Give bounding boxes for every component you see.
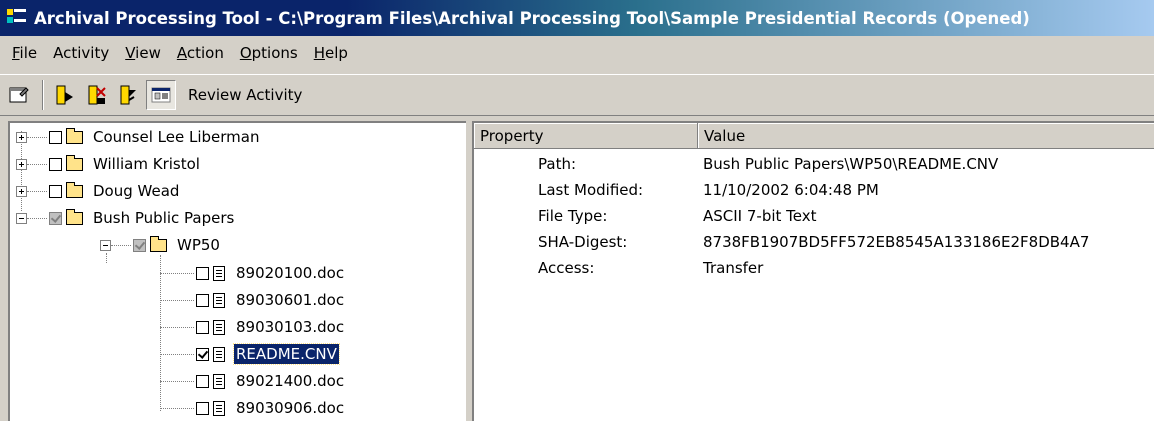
tree-checkbox[interactable] [133,238,146,252]
menu-options[interactable]: Options [232,44,306,62]
properties-button[interactable] [4,80,34,110]
tree-checkbox[interactable] [196,266,209,280]
tree-item-label: 89021400.doc [236,372,345,390]
tree-item-file[interactable]: 89030906.doc [160,396,346,420]
tree-item-label: README.CNV [233,343,340,365]
tree-item-label: 89030103.doc [236,318,345,336]
folder-icon [66,154,83,171]
tree-item-label: 89020100.doc [236,264,345,282]
menu-view[interactable]: View [117,44,169,62]
tree-checkbox[interactable] [196,293,209,307]
activity-view-icon [151,87,171,103]
property-value: 8738FB1907BD5FF572EB8545A133186E2F8DB4A7 [703,232,1090,251]
tree-item-file[interactable]: 89020100.doc [160,261,346,285]
tree-checkbox[interactable] [196,320,209,334]
properties-icon [9,87,29,103]
document-icon [213,346,225,362]
folder-icon [66,208,83,225]
tree-item-label: Doug Wead [93,182,180,200]
tree-checkbox[interactable] [196,401,209,415]
expand-icon[interactable] [16,158,27,170]
tree-item-label: 89030601.doc [236,291,345,309]
tree-item-file[interactable]: 89021400.doc [160,369,346,393]
folder-icon [150,235,167,252]
ingest-icon [56,85,73,105]
tree-item-label: 89030906.doc [236,399,345,417]
title-bar[interactable]: Archival Processing Tool - C:\Program Fi… [0,0,1154,36]
property-name: File Type: [538,206,608,225]
review-icon [120,85,136,105]
tree-item-file[interactable]: 89030103.doc [160,315,346,339]
activity-label: Review Activity [188,86,303,104]
menu-help[interactable]: Help [306,44,356,62]
tree-item-label: William Kristol [93,155,200,173]
property-name: Path: [538,154,577,173]
records-tree[interactable]: Counsel Lee Liberman William Kristol Dou… [8,121,466,421]
folder-icon [66,181,83,198]
tree-item-william-kristol[interactable]: William Kristol [16,152,202,176]
property-value: Bush Public Papers\WP50\README.CNV [703,154,999,173]
tree-item-file-selected[interactable]: README.CNV [160,342,340,366]
tree-item-label: Bush Public Papers [93,209,235,227]
toolbar: Review Activity [0,74,1154,116]
menu-bar: File Activity View Action Options Help [0,36,1154,70]
tree-item-file[interactable]: 89030601.doc [160,288,346,312]
properties-list[interactable]: Property Value Path: Bush Public Papers\… [472,121,1154,421]
app-icon[interactable] [6,7,28,29]
menu-file[interactable]: File [4,44,45,62]
menu-activity[interactable]: Activity [45,44,117,62]
tree-checkbox[interactable] [49,211,62,225]
document-icon [213,373,225,389]
property-value: Transfer [703,258,764,277]
document-icon [213,400,225,416]
tree-item-doug-wead[interactable]: Doug Wead [16,179,181,203]
activity-view-button[interactable] [146,80,176,110]
ingest-button[interactable] [50,80,80,110]
property-name: Last Modified: [538,180,644,199]
toolbar-separator [42,80,44,110]
expand-icon[interactable] [16,131,27,143]
collapse-icon[interactable] [16,212,27,224]
split-button[interactable] [82,80,112,110]
column-header-value[interactable]: Value [698,123,1154,149]
tree-checkbox[interactable] [49,157,62,171]
tree-item-bush-public-papers[interactable]: Bush Public Papers [16,206,236,230]
tree-item-label: Counsel Lee Liberman [93,128,260,146]
collapse-icon[interactable] [100,239,111,251]
tree-item-wp50[interactable]: WP50 [100,233,222,257]
property-name: Access: [538,258,595,277]
property-value: 11/10/2002 6:04:48 PM [703,180,879,199]
review-button[interactable] [114,80,144,110]
window-title: Archival Processing Tool - C:\Program Fi… [34,8,1030,28]
column-header-property[interactable]: Property [474,123,698,149]
document-icon [213,265,225,281]
tree-checkbox[interactable] [196,374,209,388]
menu-action[interactable]: Action [169,44,232,62]
tree-item-label: WP50 [177,236,220,254]
tree-checkbox[interactable] [49,184,62,198]
tree-item-counsel-lee-liberman[interactable]: Counsel Lee Liberman [16,125,261,149]
folder-icon [66,127,83,144]
document-icon [213,319,225,335]
property-name: SHA-Digest: [538,232,628,251]
expand-icon[interactable] [16,185,27,197]
tree-checkbox[interactable] [196,347,209,361]
tree-checkbox[interactable] [49,130,62,144]
document-icon [213,292,225,308]
property-value: ASCII 7-bit Text [703,206,817,225]
split-icon [88,85,106,105]
